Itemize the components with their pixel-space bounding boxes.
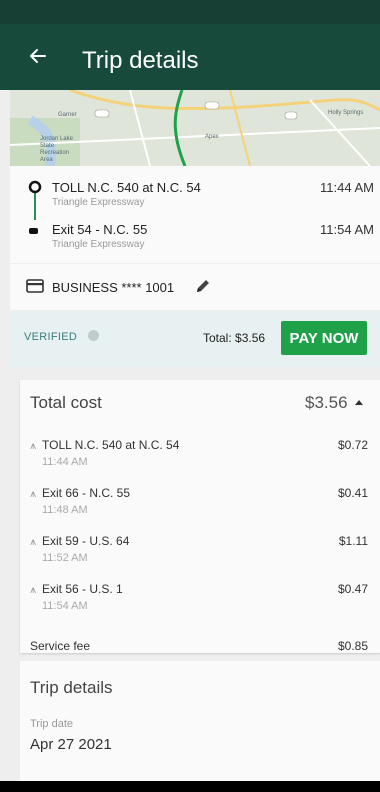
cost-item-time: 11:48 AM — [42, 504, 88, 516]
collapse-caret-icon[interactable] — [355, 400, 363, 405]
end-marker-icon — [29, 228, 38, 234]
payment-account: BUSINESS **** 1001 — [52, 280, 175, 295]
info-icon[interactable] — [88, 330, 99, 341]
trip-date-label: Trip date — [30, 718, 74, 730]
toll-icon: ⩚ — [30, 440, 37, 452]
cost-item-amount: $0.41 — [337, 486, 368, 500]
cost-item-amount: $1.11 — [338, 534, 368, 548]
end-road-name: Triangle Expressway — [52, 239, 145, 250]
page-title: Trip details — [82, 47, 199, 74]
cost-item-name: Exit 59 - U.S. 64 — [42, 534, 130, 548]
start-marker-icon — [28, 180, 42, 194]
cost-item-time: 11:44 AM — [42, 456, 88, 468]
map-label: Garner — [58, 112, 77, 118]
cost-line-item: ⩚ Exit 59 - U.S. 64 11:52 AM $1.11 — [30, 534, 370, 574]
start-time: 11:44 AM — [320, 180, 374, 195]
service-fee-amount: $0.85 — [337, 639, 368, 653]
pencil-icon[interactable] — [194, 277, 212, 295]
map-label: Apex — [205, 134, 219, 140]
arrow-left-icon — [30, 49, 46, 63]
trip-date-value: Apr 27 2021 — [30, 736, 112, 753]
trip-details-card: Trip details Trip date Apr 27 2021 — [20, 661, 380, 781]
toll-icon: ⩚ — [30, 488, 37, 500]
toll-icon: ⩚ — [30, 584, 37, 596]
cost-item-time: 11:52 AM — [42, 552, 88, 564]
cost-item-name: TOLL N.C. 540 at N.C. 54 — [42, 438, 180, 452]
end-time: 11:54 AM — [320, 222, 374, 237]
service-fee-label: Service fee — [30, 639, 91, 653]
back-button[interactable] — [24, 42, 52, 70]
start-location-name: TOLL N.C. 540 at N.C. 54 — [52, 180, 201, 195]
verified-status: VERIFIED — [24, 331, 78, 343]
pay-now-button[interactable]: PAY NOW — [281, 321, 367, 355]
total-label: Total: $3.56 — [203, 331, 266, 345]
cost-card: Total cost $3.56 ⩚ TOLL N.C. 540 at N.C.… — [20, 380, 380, 653]
status-bar — [0, 0, 380, 24]
cost-item-name: Exit 56 - U.S. 1 — [42, 582, 123, 596]
cost-item-name: Exit 66 - N.C. 55 — [42, 486, 131, 500]
route-line — [34, 190, 36, 220]
route-map[interactable]: Garner Apex Jordan Lake State Recreation… — [10, 90, 380, 166]
cost-line-item: ⩚ Exit 66 - N.C. 55 11:48 AM $0.41 — [30, 486, 370, 526]
map-label: Holly Springs — [328, 110, 364, 116]
system-nav-bar — [0, 781, 380, 792]
cost-item-time: 11:54 AM — [42, 600, 88, 612]
cost-total-amount: $3.56 — [305, 393, 348, 412]
cost-item-amount: $0.47 — [337, 582, 368, 596]
toll-icon: ⩚ — [30, 536, 37, 548]
payment-method-row[interactable]: BUSINESS **** 1001 — [10, 264, 380, 310]
cost-title: Total cost — [30, 393, 102, 412]
end-location-name: Exit 54 - N.C. 55 — [52, 222, 148, 237]
map-label: Jordan Lake State Recreation Area — [40, 136, 74, 163]
cost-line-item: ⩚ Exit 56 - U.S. 1 11:54 AM $0.47 — [30, 582, 370, 622]
route-summary: TOLL N.C. 540 at N.C. 54 Triangle Expres… — [10, 166, 380, 263]
cost-item-amount: $0.72 — [337, 438, 368, 452]
start-road-name: Triangle Expressway — [52, 197, 145, 208]
cost-line-item: ⩚ TOLL N.C. 540 at N.C. 54 11:44 AM $0.7… — [30, 438, 370, 478]
verification-bar: VERIFIED Total: $3.56 PAY NOW — [10, 311, 380, 367]
credit-card-icon — [26, 279, 44, 293]
trip-details-title: Trip details — [30, 678, 113, 697]
app-bar: Trip details — [0, 24, 380, 90]
